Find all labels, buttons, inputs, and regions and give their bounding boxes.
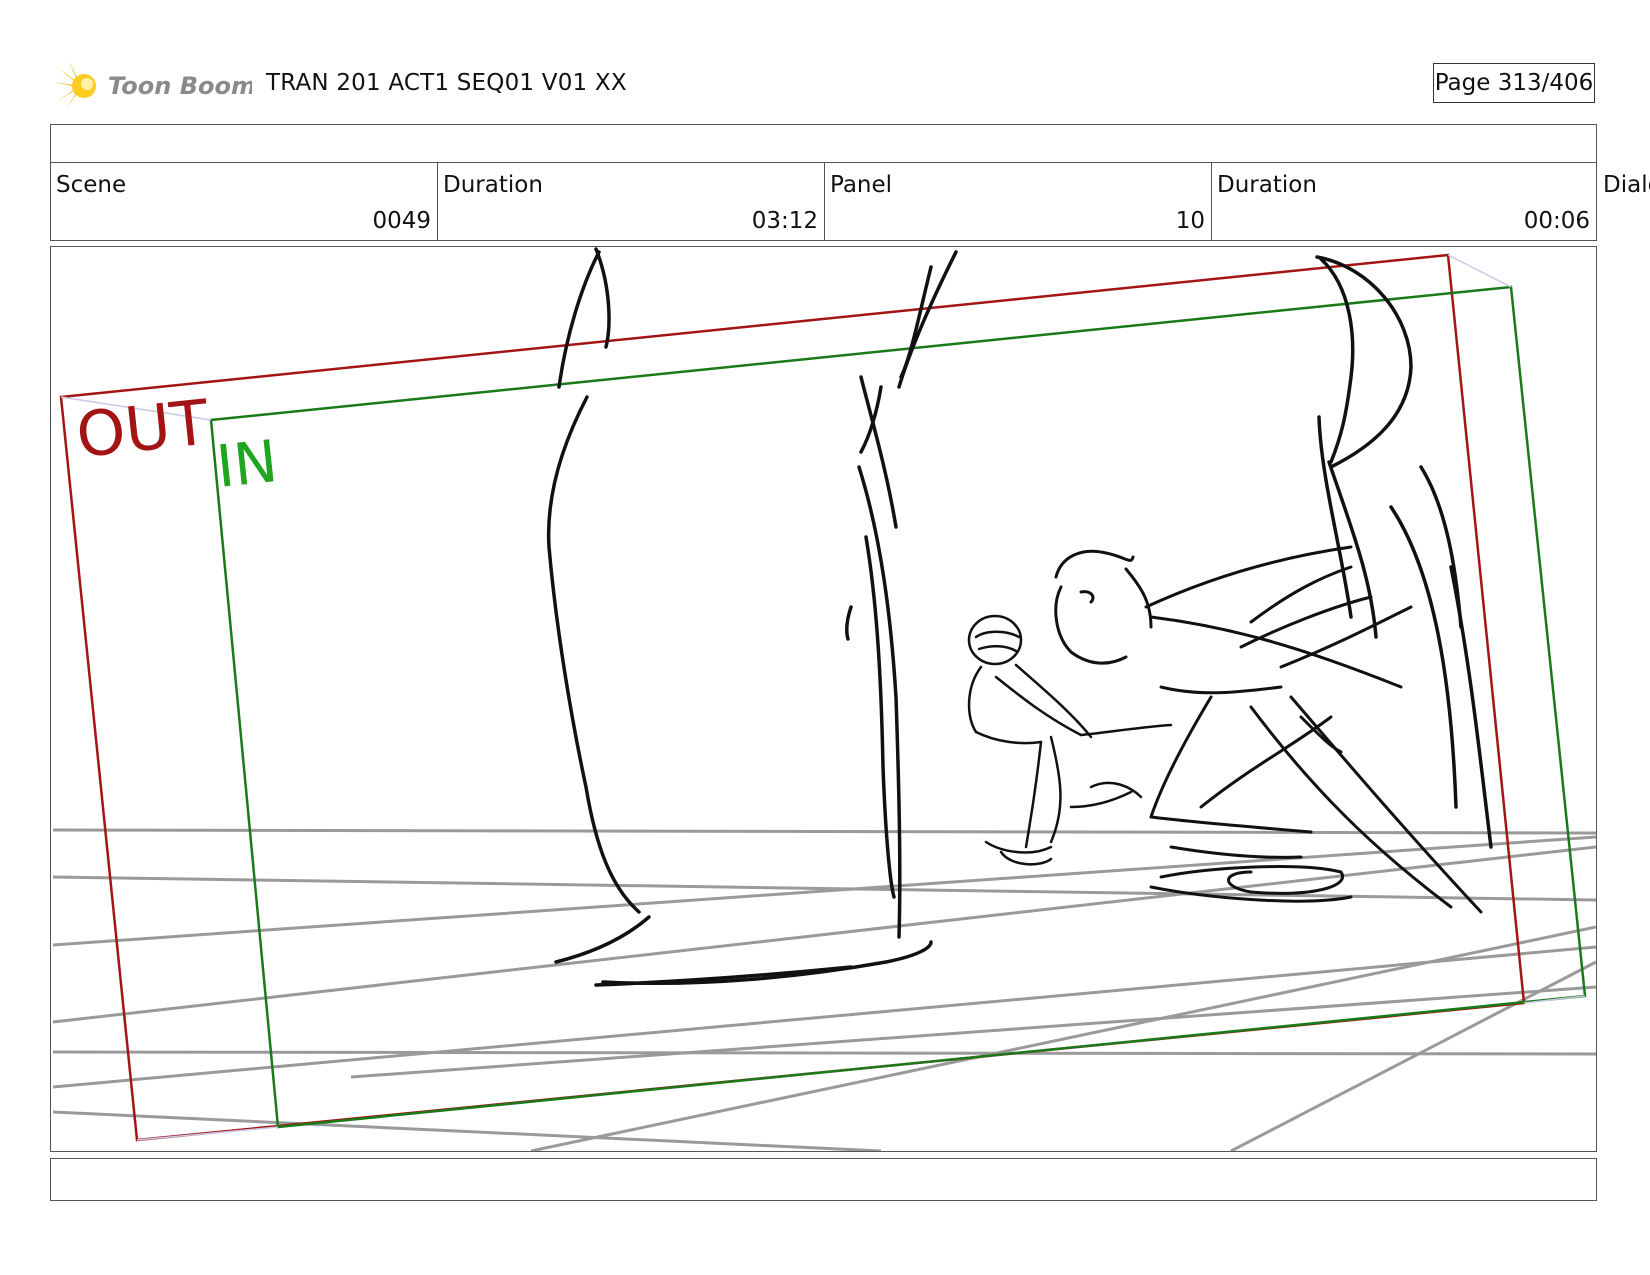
scene-label: Scene <box>56 172 127 198</box>
storyboard-panel: OUT IN <box>50 246 1597 1152</box>
logo-wordmark: Toon Boom <box>108 72 252 100</box>
toon-boom-logo: Toon Boom <box>52 58 256 114</box>
giant-leg-right <box>845 250 958 939</box>
page-number: Page 313/406 <box>1433 63 1595 103</box>
panel-duration-value: 00:06 <box>1523 208 1590 234</box>
dialogue-strip <box>50 1158 1597 1201</box>
sun-burst-icon <box>54 60 96 110</box>
child-figure-sketch <box>967 614 1173 866</box>
panel-duration-cell: Duration 00:06 <box>1211 162 1597 241</box>
scene-duration-cell: Duration 03:12 <box>437 162 825 241</box>
panel-duration-label: Duration <box>1217 172 1317 198</box>
panel-sketch: OUT IN <box>52 247 1596 1151</box>
scene-duration-value: 03:12 <box>751 208 818 234</box>
dialogue-label-clipped: Dialo <box>1603 172 1650 198</box>
giant-leg-left <box>546 247 933 987</box>
out-label: OUT <box>73 385 213 472</box>
panel-info-row: Scene 0049 Duration 03:12 Panel 10 Durat… <box>50 162 1650 241</box>
panel-number: 10 <box>1175 208 1205 234</box>
scene-cell: Scene 0049 <box>50 162 438 241</box>
scene-duration-label: Duration <box>443 172 543 198</box>
in-label: IN <box>213 427 280 501</box>
header-strip <box>50 124 1597 163</box>
scene-number: 0049 <box>372 208 431 234</box>
document-title: TRAN 201 ACT1 SEQ01 V01 XX <box>266 70 627 96</box>
panel-cell: Panel 10 <box>824 162 1212 241</box>
panel-label: Panel <box>830 172 893 198</box>
perspective-grid <box>52 828 1596 1151</box>
